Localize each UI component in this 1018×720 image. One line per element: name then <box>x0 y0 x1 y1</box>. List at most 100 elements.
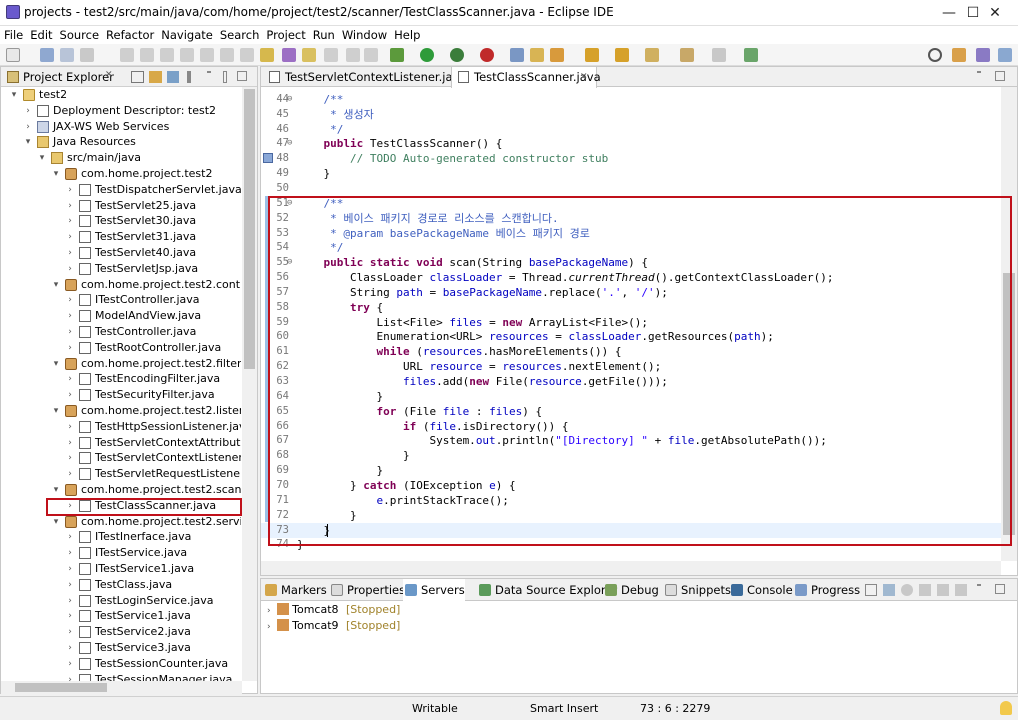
run-icon[interactable] <box>420 48 434 62</box>
expand-arrow-icon[interactable]: › <box>65 229 75 245</box>
minimize-editor-icon[interactable] <box>977 71 981 83</box>
expand-arrow-icon[interactable]: › <box>65 577 75 593</box>
tab-progress[interactable]: Progress <box>793 579 860 601</box>
tree-item[interactable]: ▾ com.home.project.test2.scanner <box>1 482 241 498</box>
code-line[interactable]: 45 * 생성자 <box>261 107 1001 122</box>
collapse-arrow-icon[interactable]: ▾ <box>51 482 61 498</box>
back-icon[interactable] <box>680 48 694 62</box>
tree-item[interactable]: › TestServlet40.java <box>1 245 241 261</box>
code-line[interactable]: 48 // TODO Auto-generated constructor st… <box>261 151 1001 166</box>
expand-arrow-icon[interactable]: › <box>65 198 75 214</box>
disconnect-icon[interactable] <box>200 48 214 62</box>
expand-arrow-icon[interactable]: › <box>23 119 33 135</box>
next-annotation-icon[interactable] <box>585 48 599 62</box>
search-icon[interactable] <box>928 48 942 62</box>
skip-breakpoints-icon[interactable] <box>120 48 134 62</box>
code-line[interactable]: 50 <box>261 181 1001 196</box>
tree-item[interactable]: ▾ com.home.project.test2.controller <box>1 277 241 293</box>
expand-arrow-icon[interactable]: › <box>23 103 33 119</box>
code-line[interactable]: 44 ⊖ /** <box>261 92 1001 107</box>
maximize-editor-icon[interactable] <box>995 71 1005 81</box>
task-marker-icon[interactable] <box>263 153 273 164</box>
server-row-tomcat9[interactable]: › Tomcat9 [Stopped] <box>267 618 400 634</box>
open-perspective-icon[interactable] <box>998 48 1012 62</box>
collapse-arrow-icon[interactable]: ▾ <box>9 87 19 103</box>
tree-item[interactable]: › TestServletContextAttributeListe <box>1 435 241 451</box>
collapse-arrow-icon[interactable]: ▾ <box>23 134 33 150</box>
resume-icon[interactable] <box>140 48 154 62</box>
project-explorer-title[interactable]: Project Explorer <box>23 70 114 84</box>
tree-item[interactable]: › ITestInerface.java <box>1 529 241 545</box>
expand-arrow-icon[interactable]: › <box>65 656 75 672</box>
profile-server-icon[interactable] <box>919 584 931 596</box>
tree-item[interactable]: › TestRootController.java <box>1 340 241 356</box>
editor-horizontal-scrollbar[interactable] <box>261 561 1001 575</box>
expand-icon[interactable]: › <box>267 606 271 616</box>
restore-view-icon[interactable] <box>237 71 247 81</box>
expand-arrow-icon[interactable]: › <box>65 672 75 681</box>
highlight-icon[interactable] <box>302 48 316 62</box>
filter-icon[interactable] <box>167 71 179 83</box>
project-tree-horizontal-thumb[interactable] <box>15 683 107 692</box>
menu-source[interactable]: Source <box>56 26 103 44</box>
code-line[interactable]: 49 } <box>261 166 1001 181</box>
tree-item[interactable]: › TestHttpSessionListener.java <box>1 419 241 435</box>
tab-console[interactable]: Console <box>729 579 793 601</box>
tree-item[interactable]: › Deployment Descriptor: test2 <box>1 103 241 119</box>
save-all-icon[interactable] <box>60 48 74 62</box>
menu-help[interactable]: Help <box>390 26 423 44</box>
expand-arrow-icon[interactable]: › <box>65 545 75 561</box>
tab-snippets[interactable]: Snippets <box>663 579 731 601</box>
expand-arrow-icon[interactable]: › <box>65 561 75 577</box>
java-perspective-icon[interactable] <box>976 48 990 62</box>
terminate-icon[interactable] <box>180 48 194 62</box>
tree-item[interactable]: › TestDispatcherServlet.java <box>1 182 241 198</box>
tree-item[interactable]: › TestSessionCounter.java <box>1 656 241 672</box>
expand-arrow-icon[interactable]: › <box>65 640 75 656</box>
tree-item[interactable]: › TestEncodingFilter.java <box>1 371 241 387</box>
tab-servers[interactable]: Servers <box>403 579 465 602</box>
tree-item[interactable]: › ModelAndView.java <box>1 308 241 324</box>
minimize-view-icon[interactable] <box>207 71 211 83</box>
tree-item[interactable]: ▾ com.home.project.test2.filter <box>1 356 241 372</box>
forward-icon[interactable] <box>712 48 726 62</box>
step-over-icon[interactable] <box>240 48 254 62</box>
save-icon[interactable] <box>40 48 54 62</box>
print-icon[interactable] <box>80 48 94 62</box>
project-tree-horizontal-scrollbar[interactable] <box>1 681 242 694</box>
close-view-icon[interactable]: ✕ <box>105 70 113 80</box>
new-class-icon[interactable] <box>550 48 564 62</box>
tree-item[interactable]: › TestService3.java <box>1 640 241 656</box>
collapse-arrow-icon[interactable]: ▾ <box>37 150 47 166</box>
expand-arrow-icon[interactable]: › <box>65 340 75 356</box>
tree-item[interactable]: › ITestController.java <box>1 292 241 308</box>
tree-item[interactable]: ▾ test2 <box>1 87 241 103</box>
tree-item[interactable]: › TestController.java <box>1 324 241 340</box>
tab-testclassscanner[interactable]: TestClassScanner.java ✕ <box>451 67 601 88</box>
new-java-project-icon[interactable] <box>510 48 524 62</box>
pilcrow-icon[interactable] <box>364 48 378 62</box>
tree-item[interactable]: › TestServletRequestListener.java <box>1 466 241 482</box>
start-server-icon[interactable] <box>901 584 913 596</box>
collapse-arrow-icon[interactable]: ▾ <box>51 356 61 372</box>
tree-item[interactable]: › TestServlet31.java <box>1 229 241 245</box>
tip-of-the-day-icon[interactable] <box>1000 701 1012 715</box>
expand-arrow-icon[interactable]: › <box>65 261 75 277</box>
collapse-servers-icon[interactable] <box>865 584 877 596</box>
tree-item[interactable]: ▾ com.home.project.test2 <box>1 166 241 182</box>
expand-arrow-icon[interactable]: › <box>65 529 75 545</box>
expand-arrow-icon[interactable]: › <box>65 182 75 198</box>
menu-navigate[interactable]: Navigate <box>157 26 216 44</box>
menu-file[interactable]: File <box>0 26 26 44</box>
suspend-icon[interactable] <box>160 48 174 62</box>
expand-arrow-icon[interactable]: › <box>65 308 75 324</box>
expand-arrow-icon[interactable]: › <box>65 371 75 387</box>
tab-debug[interactable]: Debug <box>603 579 659 601</box>
previous-annotation-icon[interactable] <box>615 48 629 62</box>
expand-arrow-icon[interactable]: › <box>65 387 75 403</box>
step-into-icon[interactable] <box>220 48 234 62</box>
toggle-ant-icon[interactable] <box>260 48 274 62</box>
project-tree-vertical-thumb[interactable] <box>244 89 255 369</box>
tree-item[interactable]: › TestSecurityFilter.java <box>1 387 241 403</box>
collapse-arrow-icon[interactable]: ▾ <box>51 277 61 293</box>
